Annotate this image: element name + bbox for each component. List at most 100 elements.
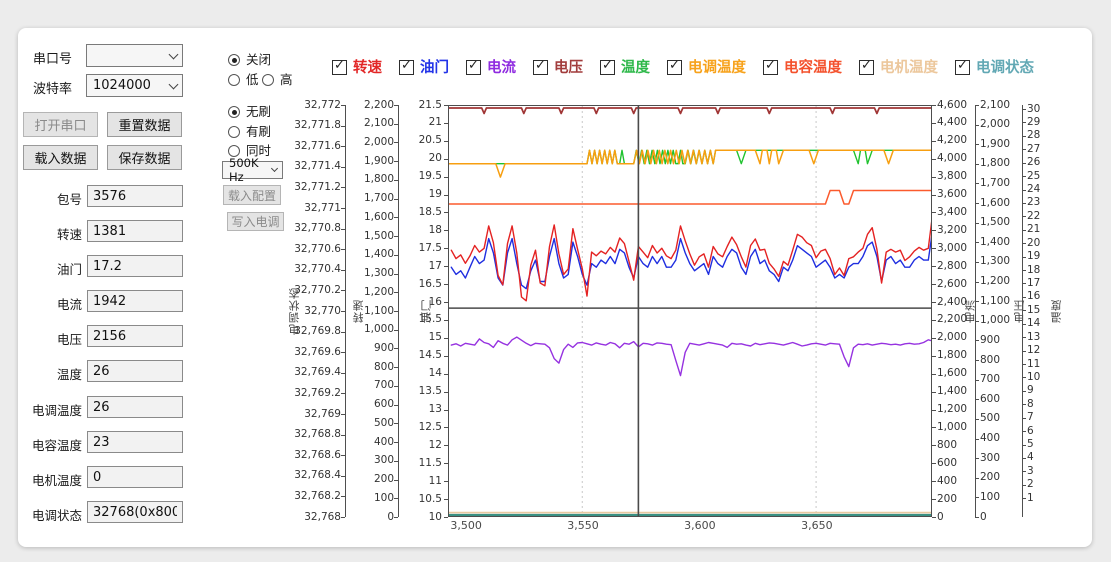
- legend-item-电流[interactable]: 电流: [466, 56, 516, 77]
- field-label: 包号: [8, 189, 82, 208]
- axis-tick: [975, 497, 979, 498]
- axis-tick-label: 20.5: [419, 135, 442, 146]
- axis-tick: [1022, 364, 1026, 365]
- checkbox-icon[interactable]: [955, 60, 970, 75]
- field-value-input[interactable]: [87, 220, 183, 242]
- radio-icon: [228, 126, 240, 138]
- axis-tick: [975, 360, 979, 361]
- x-tick-label: 3,600: [684, 519, 716, 532]
- axis-tick-label: 1,600: [364, 212, 394, 223]
- checkbox-icon[interactable]: [533, 60, 548, 75]
- axis-tick: [975, 203, 979, 204]
- legend-item-转速[interactable]: 转速: [332, 56, 382, 77]
- axis-tick: [975, 321, 979, 322]
- legend-item-电压[interactable]: 电压: [533, 56, 583, 77]
- legend-label: 油门: [420, 60, 449, 76]
- legend-item-电调温度[interactable]: 电调温度: [667, 56, 746, 77]
- baud-rate-select[interactable]: 1024000: [86, 74, 183, 97]
- serial-port-select[interactable]: [86, 44, 183, 67]
- axis-tick: [394, 124, 398, 125]
- axis-tick: [932, 159, 936, 160]
- axis-tick: [1022, 391, 1026, 392]
- radio-label: 有刷: [246, 124, 271, 139]
- checkbox-icon[interactable]: [399, 60, 414, 75]
- frequency-select[interactable]: 500K Hz: [222, 161, 283, 179]
- legend-item-电调状态[interactable]: 电调状态: [955, 56, 1034, 77]
- legend-item-温度[interactable]: 温度: [600, 56, 650, 77]
- axis-tick-label: 2,200: [364, 100, 394, 111]
- series-line-电压: [449, 108, 931, 114]
- field-value-input[interactable]: [87, 466, 183, 488]
- field-value-input[interactable]: [87, 431, 183, 453]
- checkbox-icon[interactable]: [763, 60, 778, 75]
- field-value-input[interactable]: [87, 396, 183, 418]
- axis-tick: [394, 423, 398, 424]
- axis-tick-label: 400: [374, 437, 394, 448]
- legend-item-电机温度[interactable]: 电机温度: [859, 56, 938, 77]
- radio-option[interactable]: 关闭: [228, 49, 271, 68]
- axis-tick: [341, 249, 345, 250]
- legend-item-油门[interactable]: 油门: [399, 56, 449, 77]
- axis-tick-label: 1,000: [937, 422, 967, 433]
- axis-tick: [341, 105, 345, 106]
- action-button-2[interactable]: 重置数据: [107, 112, 182, 137]
- axis-tick: [1022, 203, 1026, 204]
- axis-tick-label: 32,771.2: [294, 182, 341, 193]
- axis-tick: [1022, 122, 1026, 123]
- axis-tick: [341, 167, 345, 168]
- checkbox-icon[interactable]: [332, 60, 347, 75]
- axis-tick: [932, 499, 936, 500]
- axis-tick: [932, 141, 936, 142]
- axis-tick-label: 10.5: [419, 494, 442, 505]
- axis-tick-label: 24: [1027, 184, 1040, 195]
- axis-tick: [341, 332, 345, 333]
- axis-tick: [341, 435, 345, 436]
- field-value-input[interactable]: [87, 360, 183, 382]
- chart-plot-area[interactable]: [448, 105, 932, 517]
- field-value-input[interactable]: [87, 185, 183, 207]
- legend-label: 电压: [554, 60, 583, 76]
- axis-tick-label: 0: [937, 512, 944, 523]
- axis-tick-label: 32,770.8: [294, 223, 341, 234]
- radio-option[interactable]: 有刷: [228, 121, 271, 140]
- axis-tick: [1022, 324, 1026, 325]
- axis-tick-label: 21: [1027, 224, 1040, 235]
- axis-tick-label: 800: [980, 355, 1000, 366]
- radio-option[interactable]: 无刷: [228, 101, 271, 120]
- axis-tick: [444, 517, 448, 518]
- axis-tick-label: 1,800: [980, 158, 1010, 169]
- checkbox-icon[interactable]: [466, 60, 481, 75]
- legend-item-电容温度[interactable]: 电容温度: [763, 56, 842, 77]
- radio-option[interactable]: 高: [262, 69, 293, 88]
- axis-tick-label: 23: [1027, 197, 1040, 208]
- axis-tick: [932, 320, 936, 321]
- field-value-input[interactable]: [87, 501, 183, 523]
- action-button-1[interactable]: 打开串口: [23, 112, 98, 137]
- axis-tick-label: 32,769: [304, 409, 341, 420]
- action-button-4[interactable]: 保存数据: [107, 145, 182, 170]
- axis-tick-label: 7: [1027, 412, 1034, 423]
- axis-tick-label: 32,768.2: [294, 491, 341, 502]
- axis-tick-label: 32,770: [304, 306, 341, 317]
- axis-tick: [975, 380, 979, 381]
- load-config-button[interactable]: 载入配置: [223, 185, 281, 205]
- axis-tick-label: 2,000: [980, 119, 1010, 130]
- field-value-input[interactable]: [87, 255, 183, 277]
- axis-tick: [1022, 431, 1026, 432]
- axis-tick: [975, 399, 979, 400]
- axis-tick: [932, 195, 936, 196]
- x-tick-label: 3,550: [567, 519, 599, 532]
- field-value-input[interactable]: [87, 290, 183, 312]
- axis-tick-label: 32,768.8: [294, 429, 341, 440]
- checkbox-icon[interactable]: [667, 60, 682, 75]
- axis-tick: [1022, 377, 1026, 378]
- write-esc-button[interactable]: 写入电调: [227, 212, 284, 231]
- action-button-3[interactable]: 载入数据: [23, 145, 98, 170]
- radio-option[interactable]: 低: [228, 69, 259, 88]
- axis-tick-label: 11: [429, 476, 442, 487]
- field-value-input[interactable]: [87, 325, 183, 347]
- checkbox-icon[interactable]: [600, 60, 615, 75]
- axis-tick-label: 16: [1027, 291, 1040, 302]
- checkbox-icon[interactable]: [859, 60, 874, 75]
- chevron-down-icon: [169, 79, 179, 89]
